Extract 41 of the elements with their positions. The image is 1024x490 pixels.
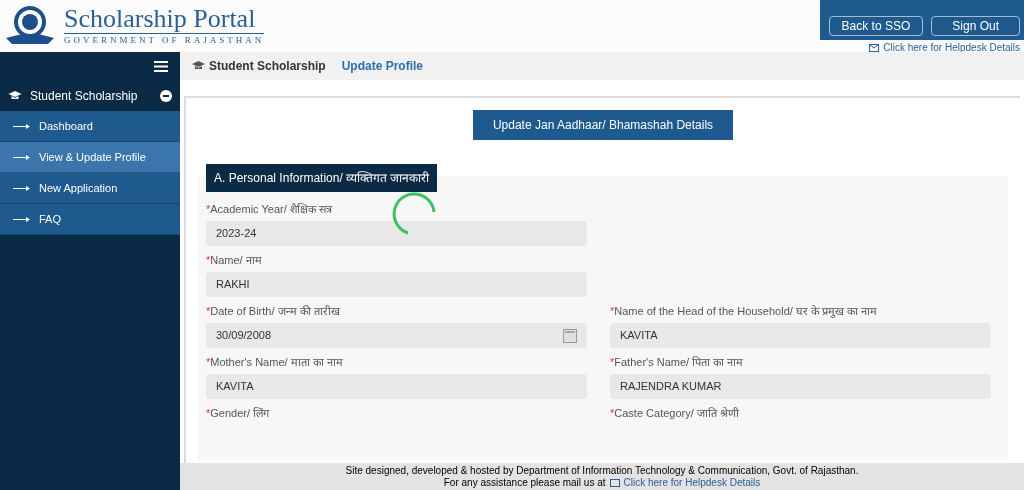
input-field[interactable]: RAJENDRA KUMAR <box>610 374 991 399</box>
field-label: *Name of the Head of the Household/ घर के प्रमुख का नाम <box>610 304 879 318</box>
mail-icon <box>609 478 620 487</box>
section-title: A. Personal Information/ व्यक्तिगत जानकारी <box>206 164 438 192</box>
input-field[interactable]: KAVITA <box>610 323 991 348</box>
update-button[interactable]: Update Jan Aadhaar/ Bhamashah Details <box>472 110 734 140</box>
footer-text: For any assistance please mail us at <box>443 476 606 489</box>
field-label: *Father's Name/ पिता का नाम <box>610 355 745 369</box>
field-label: *Caste Category/ जाति श्रेणी <box>610 406 740 420</box>
menu-icon[interactable] <box>154 60 168 72</box>
field-label: *Gender/ लिंग <box>206 406 271 420</box>
back-button[interactable]: Back to SSO <box>828 16 924 36</box>
helpdesk-link[interactable]: Click here for Helpdesk Details <box>609 476 761 489</box>
input-field[interactable]: KAVITA <box>206 374 587 399</box>
sign-out-button[interactable]: Sign Out <box>931 16 1020 36</box>
graduation-cap-icon <box>192 61 205 71</box>
portal-title: Scholarship Portal <box>64 4 257 33</box>
sidebar-group[interactable]: Student Scholarship <box>0 80 180 111</box>
collapse-icon <box>160 89 172 102</box>
sidebar-item[interactable]: FAQ <box>0 204 180 235</box>
footer-text: Site designed, developed & hosted by Department of Information Technology & Communication, Govt. of Rajasthan. <box>345 464 859 477</box>
field-label: *Mother's Name/ माता का नाम <box>206 355 344 369</box>
input-field[interactable]: 2023-24 <box>206 221 587 246</box>
sidebar-item[interactable]: View & Update Profile <box>0 142 180 173</box>
field-label: *Name/ नाम <box>206 253 263 267</box>
input-field[interactable]: RAKHI <box>206 272 587 297</box>
sidebar-item[interactable]: Dashboard <box>0 111 180 142</box>
field-label: *Academic Year/ शैक्षिक सत्र <box>206 202 334 216</box>
date-field[interactable]: 30/09/2008 <box>206 323 587 348</box>
portal-subtitle: GOVERNMENT OF RAJASTHAN <box>64 32 265 48</box>
breadcrumb-link[interactable]: Student Scholarship <box>192 57 326 75</box>
breadcrumb-link[interactable]: Update Profile <box>341 57 424 75</box>
arrow-icon <box>13 215 31 223</box>
arrow-icon <box>13 153 31 161</box>
sidebar-item[interactable]: New Application <box>0 173 180 204</box>
arrow-icon <box>13 184 31 192</box>
arrow-icon <box>13 122 31 130</box>
graduation-cap-icon <box>8 90 22 101</box>
field-label: *Date of Birth/ जन्म की तारीख <box>206 304 341 318</box>
helpdesk-link[interactable]: Click here for Helpdesk Details <box>869 40 1024 55</box>
mail-icon <box>869 43 880 52</box>
